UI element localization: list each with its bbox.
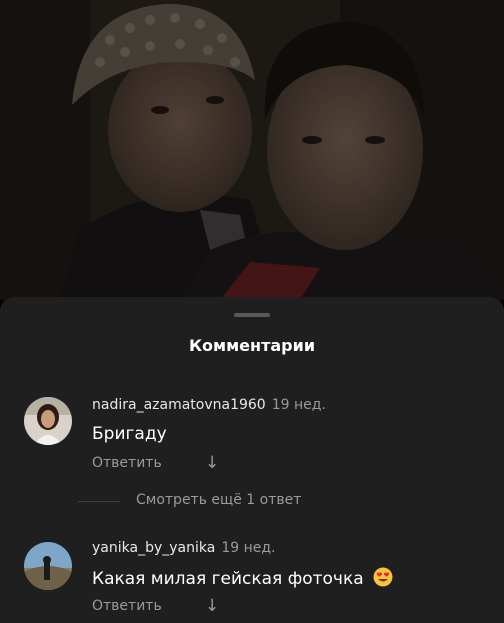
- comment-item: nadira_azamatovna1960 19 нед. Бригаду Отв…: [0, 397, 504, 477]
- comment-text: Бригаду: [92, 424, 167, 444]
- comment-item: yanika_by_yanika 19 нед. Какая милая гейс…: [0, 540, 504, 620]
- post-photo: [0, 0, 504, 300]
- username[interactable]: nadira_azamatovna1960: [92, 397, 266, 413]
- view-more-replies-button[interactable]: Смотреть ещё 1 ответ: [136, 492, 301, 508]
- comment-meta: yanika_by_yanika 19 нед.: [92, 540, 275, 556]
- heart-eyes-emoji-icon: [373, 567, 393, 587]
- comment-text: Какая милая гейская фоточка: [92, 569, 364, 589]
- view-more-replies[interactable]: Смотреть ещё 1 ответ: [0, 492, 504, 512]
- avatar[interactable]: [24, 397, 72, 445]
- comments-sheet: Комментарии nadira_azamatovna1960 19 нед.…: [0, 297, 504, 623]
- comment-meta: nadira_azamatovna1960 19 нед.: [92, 397, 326, 413]
- arrow-down-icon[interactable]: ↓: [205, 596, 219, 616]
- timestamp: 19 нед.: [221, 540, 276, 556]
- divider: [78, 501, 120, 502]
- avatar[interactable]: [24, 542, 72, 590]
- timestamp: 19 нед.: [271, 397, 326, 413]
- sheet-title: Комментарии: [188, 336, 316, 355]
- reply-button[interactable]: Ответить: [92, 598, 162, 614]
- comment-actions: Ответить ↓: [92, 453, 219, 473]
- reply-button[interactable]: Ответить: [92, 455, 162, 471]
- comment-text-row: Какая милая гейская фоточка: [92, 567, 393, 589]
- username[interactable]: yanika_by_yanika: [92, 540, 215, 556]
- drag-handle[interactable]: [234, 313, 270, 317]
- comment-actions: Ответить ↓: [92, 596, 219, 616]
- arrow-down-icon[interactable]: ↓: [205, 453, 219, 473]
